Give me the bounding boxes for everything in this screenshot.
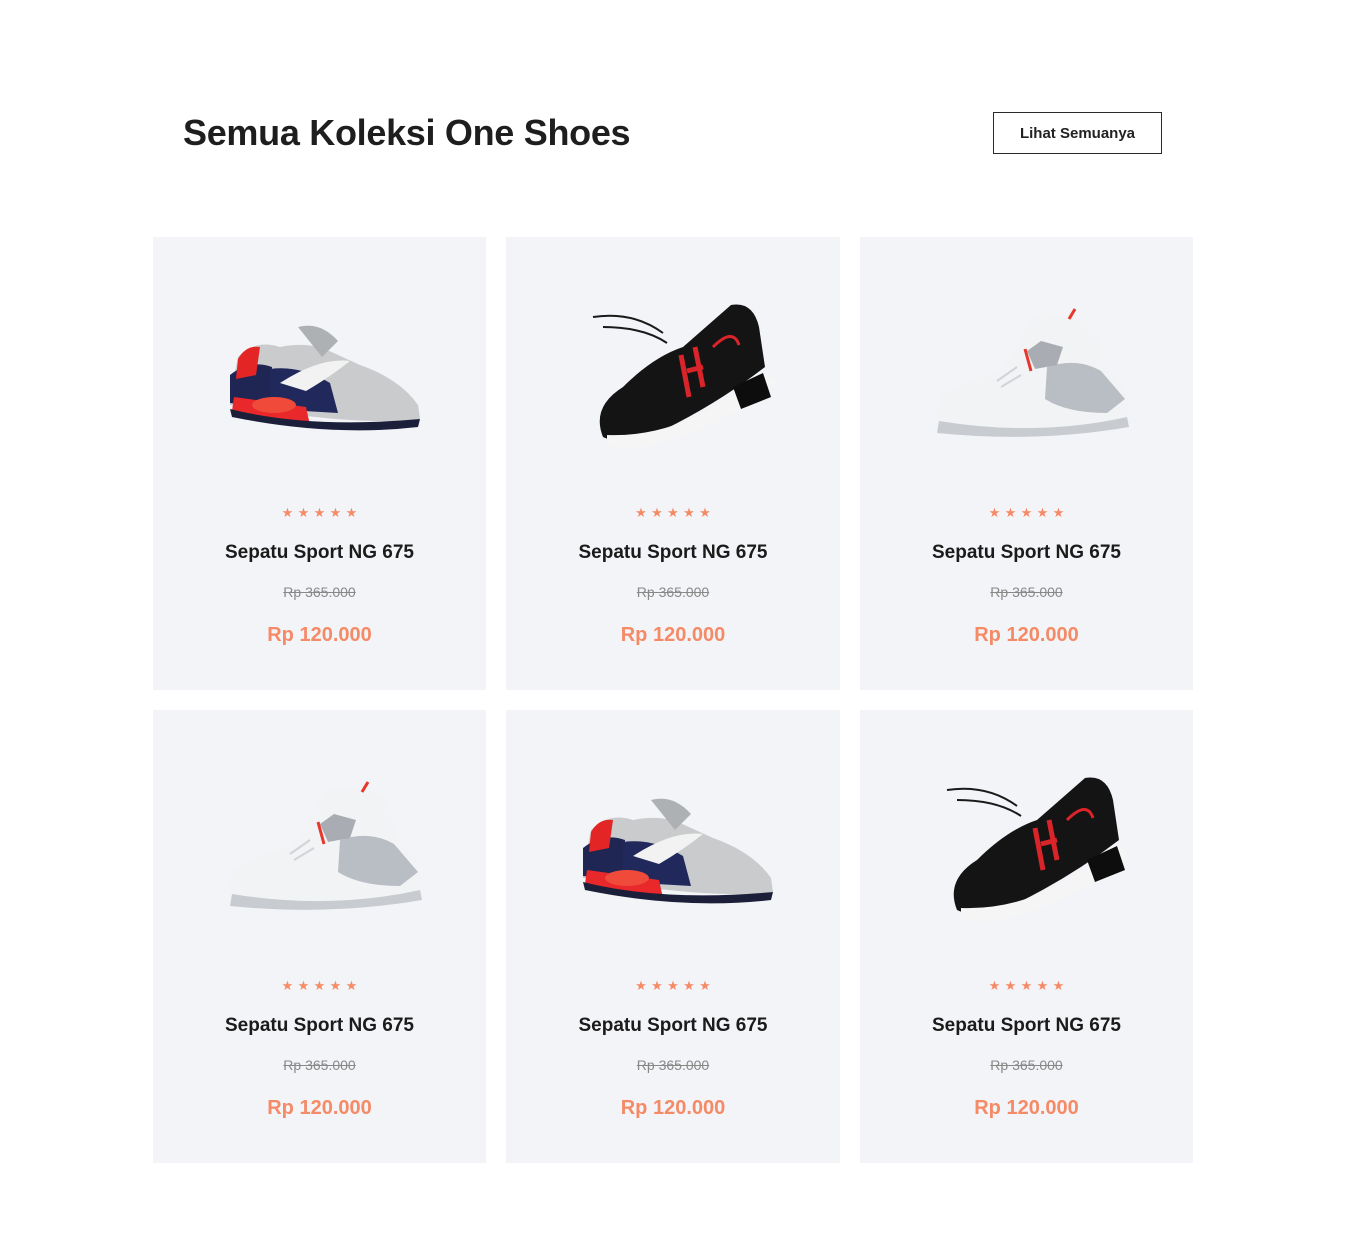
old-price: Rp 365.000 bbox=[636, 584, 710, 600]
star-icon: ★ bbox=[635, 978, 647, 993]
star-icon: ★ bbox=[1052, 505, 1065, 520]
product-card[interactable]: ★ ★ ★ ★ ★ Sepatu Sport NG 675 Rp 365.000 Rp … bbox=[153, 710, 486, 1163]
star-icon: ★ bbox=[1004, 978, 1017, 993]
sale-price: Rp 120.000 bbox=[974, 1097, 1079, 1119]
star-icon: ★ bbox=[297, 978, 310, 993]
product-card[interactable]: ★ ★ ★ ★ ★ Sepatu Sport NG 675 Rp 365.000 Rp … bbox=[506, 237, 840, 690]
product-card[interactable]: ★ ★ ★ ★ ★ Sepatu Sport NG 675 Rp 365.000 Rp … bbox=[506, 710, 840, 1163]
star-icon: ★ bbox=[1004, 505, 1017, 520]
star-icon: ★ bbox=[1020, 978, 1033, 993]
star-icon: ★ bbox=[988, 978, 1001, 993]
product-card[interactable]: ★ ★ ★ ★ ★ Sepatu Sport NG 675 Rp 365.000 Rp … bbox=[860, 237, 1193, 690]
star-icon: ★ bbox=[345, 978, 358, 993]
rating-stars: ★ ★ ★ ★ ★ bbox=[506, 977, 840, 995]
rating-stars: ★ ★ ★ ★ ★ bbox=[860, 977, 1193, 995]
star-icon: ★ bbox=[329, 505, 342, 520]
old-price: Rp 365.000 bbox=[636, 1057, 710, 1073]
star-icon: ★ bbox=[1052, 978, 1065, 993]
sale-price: Rp 120.000 bbox=[974, 624, 1079, 646]
section-header: Semua Koleksi One Shoes Lihat Semuanya bbox=[183, 112, 1162, 154]
star-icon: ★ bbox=[1036, 505, 1049, 520]
star-icon: ★ bbox=[667, 505, 679, 520]
product-card[interactable]: ★ ★ ★ ★ ★ Sepatu Sport NG 675 Rp 365.000 Rp … bbox=[153, 237, 486, 690]
product-name: Sepatu Sport NG 675 bbox=[932, 542, 1121, 563]
view-all-button[interactable]: Lihat Semuanya bbox=[993, 112, 1162, 154]
old-price: Rp 365.000 bbox=[283, 1057, 356, 1073]
product-image bbox=[917, 760, 1137, 930]
rating-stars: ★ ★ ★ ★ ★ bbox=[153, 977, 486, 995]
star-icon: ★ bbox=[345, 505, 358, 520]
sale-price: Rp 120.000 bbox=[267, 624, 372, 646]
star-icon: ★ bbox=[699, 505, 711, 520]
product-image bbox=[917, 287, 1137, 457]
old-price: Rp 365.000 bbox=[990, 584, 1063, 600]
rating-stars: ★ ★ ★ ★ ★ bbox=[153, 504, 486, 522]
product-image bbox=[210, 760, 430, 930]
sale-price: Rp 120.000 bbox=[620, 1097, 726, 1119]
star-icon: ★ bbox=[651, 978, 663, 993]
star-icon: ★ bbox=[651, 505, 663, 520]
product-image bbox=[563, 760, 783, 930]
star-icon: ★ bbox=[1020, 505, 1033, 520]
product-image bbox=[210, 287, 430, 457]
product-name: Sepatu Sport NG 675 bbox=[578, 542, 768, 563]
product-name: Sepatu Sport NG 675 bbox=[225, 1015, 414, 1036]
star-icon: ★ bbox=[329, 978, 342, 993]
product-image bbox=[563, 287, 783, 457]
product-name: Sepatu Sport NG 675 bbox=[932, 1015, 1121, 1036]
star-icon: ★ bbox=[635, 505, 647, 520]
star-icon: ★ bbox=[1036, 978, 1049, 993]
section-title: Semua Koleksi One Shoes bbox=[183, 112, 631, 153]
page: Semua Koleksi One Shoes Lihat Semuanya ★… bbox=[0, 0, 1346, 1246]
product-grid: ★ ★ ★ ★ ★ Sepatu Sport NG 675 Rp 365.000 Rp … bbox=[153, 237, 1193, 1163]
star-icon: ★ bbox=[699, 978, 711, 993]
star-icon: ★ bbox=[683, 978, 695, 993]
old-price: Rp 365.000 bbox=[990, 1057, 1063, 1073]
star-icon: ★ bbox=[988, 505, 1001, 520]
product-name: Sepatu Sport NG 675 bbox=[225, 542, 414, 563]
star-icon: ★ bbox=[297, 505, 310, 520]
star-icon: ★ bbox=[281, 978, 294, 993]
rating-stars: ★ ★ ★ ★ ★ bbox=[860, 504, 1193, 522]
product-name: Sepatu Sport NG 675 bbox=[578, 1015, 768, 1036]
rating-stars: ★ ★ ★ ★ ★ bbox=[506, 504, 840, 522]
product-card[interactable]: ★ ★ ★ ★ ★ Sepatu Sport NG 675 Rp 365.000 Rp … bbox=[860, 710, 1193, 1163]
sale-price: Rp 120.000 bbox=[620, 624, 726, 646]
sale-price: Rp 120.000 bbox=[267, 1097, 372, 1119]
star-icon: ★ bbox=[683, 505, 695, 520]
star-icon: ★ bbox=[313, 505, 326, 520]
star-icon: ★ bbox=[281, 505, 294, 520]
star-icon: ★ bbox=[667, 978, 679, 993]
star-icon: ★ bbox=[313, 978, 326, 993]
old-price: Rp 365.000 bbox=[283, 584, 356, 600]
